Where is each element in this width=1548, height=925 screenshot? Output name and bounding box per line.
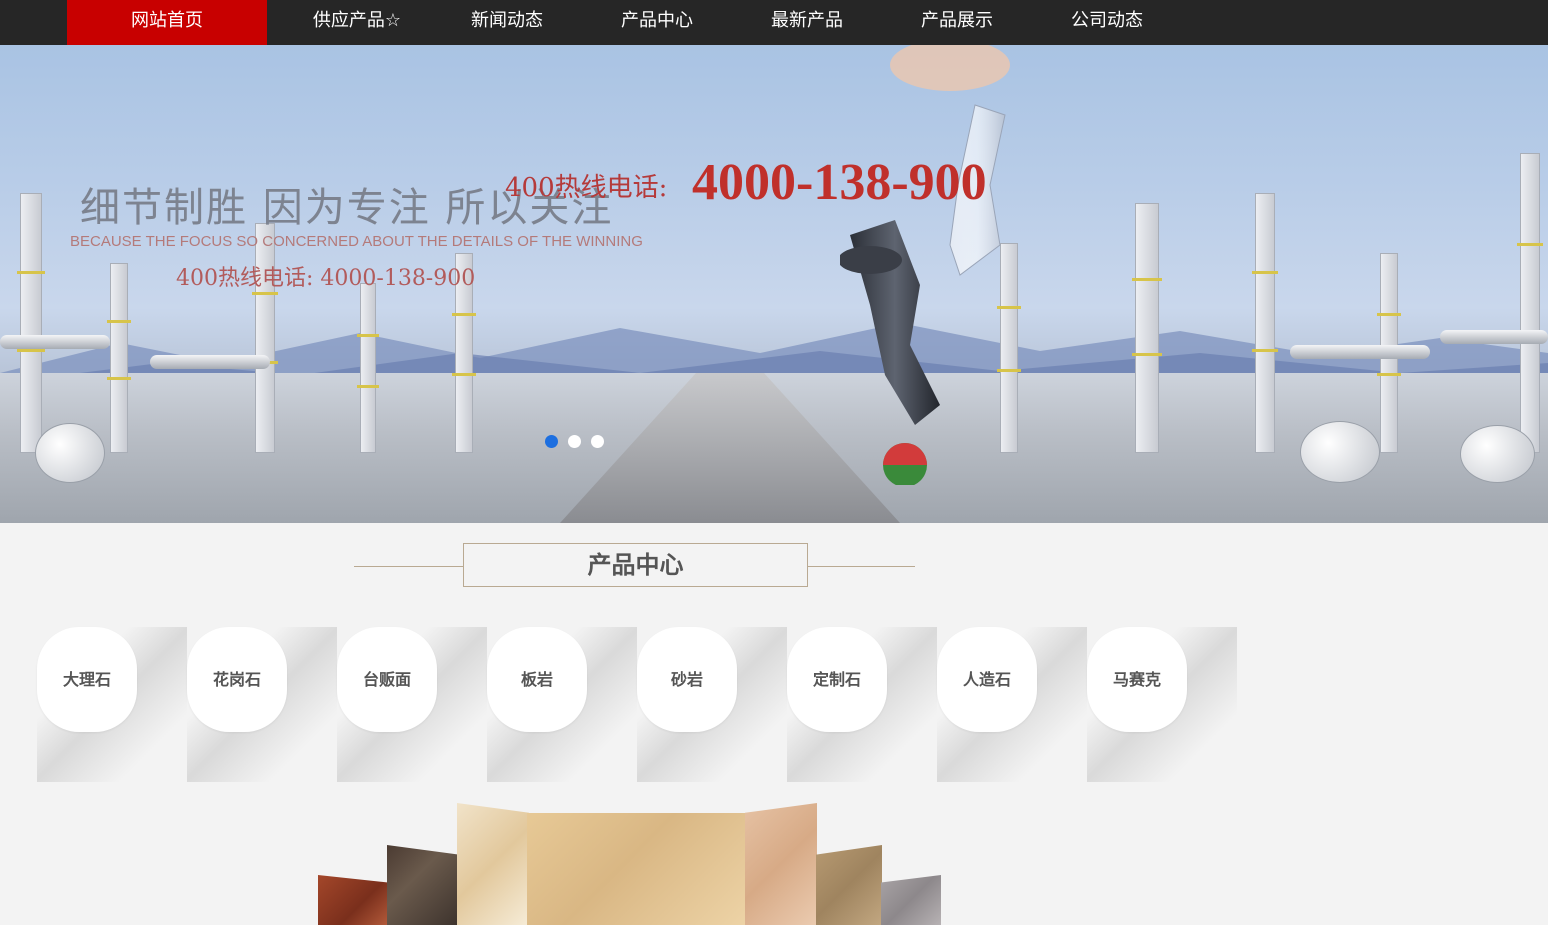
storage-tank — [1460, 425, 1535, 483]
banner-hotline-label: 400热线电话: — [505, 173, 668, 203]
industrial-tower — [1132, 203, 1162, 453]
stone-sample-brown — [387, 845, 459, 925]
nav-item-company-news[interactable]: 公司动态 — [1032, 0, 1182, 45]
banner-headline-hotline: 400热线电话: 4000-138-900 — [176, 266, 476, 291]
category-bubble-label[interactable]: 人造石 — [937, 627, 1037, 732]
category-bubble-label[interactable]: 大理石 — [37, 627, 137, 732]
carousel-dot-3[interactable] — [591, 435, 604, 448]
category-bubble-label[interactable]: 花岗石 — [187, 627, 287, 732]
category-bubble-label[interactable]: 马赛克 — [1087, 627, 1187, 732]
nav-item-product-showcase[interactable]: 产品展示 — [882, 0, 1032, 45]
industrial-tower — [1252, 193, 1278, 453]
nav-item-home[interactable]: 网站首页 — [67, 0, 267, 45]
stone-sample-red — [318, 875, 388, 925]
industrial-tower — [1517, 153, 1543, 453]
nav-item-supply-products[interactable]: 供应产品☆ — [282, 0, 432, 45]
chess-piece-graphic — [840, 45, 1010, 485]
industrial-pipe — [150, 355, 270, 369]
stone-sample-tan — [816, 845, 882, 925]
carousel-dot-2[interactable] — [568, 435, 581, 448]
industrial-tower — [107, 263, 131, 453]
section-title-product-center: 产品中心 — [463, 543, 808, 587]
category-sandstone[interactable]: 砂岩 — [637, 627, 787, 782]
banner-hotline-number: 4000-138-900 — [692, 154, 987, 211]
carousel-pagination — [545, 435, 604, 448]
stone-sample-grey — [881, 875, 941, 925]
category-bubble-label[interactable]: 定制石 — [787, 627, 887, 732]
category-marble[interactable]: 大理石 — [37, 627, 187, 782]
industrial-pipe — [1290, 345, 1430, 359]
section-title-line-left — [354, 566, 464, 567]
storage-tank — [35, 423, 105, 483]
category-bubble-label[interactable]: 台贩面 — [337, 627, 437, 732]
top-nav: 网站首页 供应产品☆ 新闻动态 产品中心 最新产品 产品展示 公司动态 — [0, 0, 1548, 45]
storage-tank — [1300, 421, 1380, 483]
category-bubble-label[interactable]: 板岩 — [487, 627, 587, 732]
industrial-tower — [357, 283, 379, 453]
hero-banner[interactable]: 细节制胜 因为专注 所以关注 BECAUSE THE FOCUS SO CONC… — [0, 45, 1548, 523]
industrial-pipe — [0, 335, 110, 349]
category-granite[interactable]: 花岗石 — [187, 627, 337, 782]
stone-sample-beige — [527, 813, 745, 925]
category-custom-stone[interactable]: 定制石 — [787, 627, 937, 782]
stone-sample-cream — [457, 803, 529, 925]
industrial-pipe — [1440, 330, 1548, 344]
nav-item-news[interactable]: 新闻动态 — [432, 0, 582, 45]
category-artificial-stone[interactable]: 人造石 — [937, 627, 1087, 782]
carousel-dot-1[interactable] — [545, 435, 558, 448]
industrial-tower — [17, 193, 45, 453]
category-mosaic[interactable]: 马赛克 — [1087, 627, 1237, 782]
banner-headline-en: BECAUSE THE FOCUS SO CONCERNED ABOUT THE… — [70, 233, 643, 250]
nav-item-latest-products[interactable]: 最新产品 — [732, 0, 882, 45]
industrial-tower — [252, 223, 278, 453]
category-bubble-label[interactable]: 砂岩 — [637, 627, 737, 732]
section-title-line-right — [807, 566, 915, 567]
nav-item-product-center[interactable]: 产品中心 — [582, 0, 732, 45]
stone-sample-peach — [745, 803, 817, 925]
category-countertop[interactable]: 台贩面 — [337, 627, 487, 782]
category-slate[interactable]: 板岩 — [487, 627, 637, 782]
